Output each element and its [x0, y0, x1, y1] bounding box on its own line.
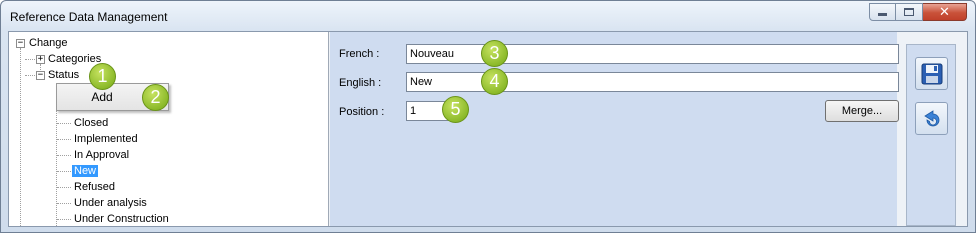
close-button[interactable]: ✕ — [923, 3, 967, 21]
tree-guide-line — [57, 155, 71, 156]
tree-node-label: Change — [29, 37, 68, 49]
tree-guide-line — [57, 203, 71, 204]
tree-item-implemented[interactable]: Implemented — [74, 132, 138, 147]
callout-badge-1: 1 — [89, 63, 116, 90]
detail-form-panel: French : English : Position : Merge... 3… — [330, 32, 899, 226]
tree-node-status[interactable]: Status — [48, 68, 79, 83]
callout-badge-4: 4 — [481, 68, 508, 95]
window-title: Reference Data Management — [10, 10, 168, 24]
close-icon: ✕ — [939, 4, 950, 20]
tree-item-label: Refused — [74, 181, 115, 193]
tree-item-new-selected[interactable]: New — [72, 164, 99, 179]
tree-item-in-approval[interactable]: In Approval — [74, 148, 129, 163]
tree-item-label: Implemented — [74, 133, 138, 145]
position-label: Position : — [339, 106, 385, 118]
tree-item-label: Under Construction — [74, 213, 169, 225]
expand-categories-icon[interactable]: + — [36, 55, 45, 64]
callout-badge-5: 5 — [442, 96, 469, 123]
tree-item-label: In Approval — [74, 149, 130, 161]
collapse-status-icon[interactable]: − — [36, 71, 45, 80]
tree-guide-line — [57, 219, 71, 220]
tree-node-label: Status — [48, 69, 80, 81]
minimize-icon — [878, 13, 887, 16]
collapse-root-icon[interactable]: − — [16, 39, 25, 48]
tree-item-under-analysis[interactable]: Under analysis — [74, 196, 147, 211]
tree-item-label: New — [72, 165, 99, 177]
floppy-disk-save-icon — [921, 63, 942, 84]
merge-button[interactable]: Merge... — [825, 100, 899, 122]
tree-item-closed[interactable]: Closed — [74, 116, 108, 131]
callout-badge-2: 2 — [142, 84, 169, 111]
callout-badge-3: 3 — [481, 40, 508, 67]
undo-button[interactable] — [915, 102, 948, 135]
tree-node-label: Categories — [48, 53, 102, 65]
save-button[interactable] — [915, 57, 948, 90]
french-field[interactable] — [406, 44, 899, 64]
title-bar[interactable]: Reference Data Management ✕ — [1, 1, 975, 31]
maximize-icon — [904, 8, 914, 16]
action-toolbar — [906, 44, 956, 226]
english-label: English : — [339, 77, 382, 89]
tree-guide-line — [57, 171, 71, 172]
tree-guide-line — [20, 48, 21, 226]
tree-guide-line — [57, 139, 71, 140]
tree-node-categories[interactable]: Categories — [48, 52, 101, 67]
tree-item-label: Under analysis — [74, 197, 147, 209]
tree-node-change[interactable]: Change — [29, 36, 68, 51]
tree-item-label: Closed — [74, 117, 109, 129]
tree-guide-line — [57, 123, 71, 124]
tree-item-under-construction[interactable]: Under Construction — [74, 212, 169, 226]
undo-arrow-icon — [923, 109, 939, 126]
tree-item-refused[interactable]: Refused — [74, 180, 115, 195]
reference-tree[interactable]: − Change + Categories − Status Closed Im… — [9, 32, 329, 226]
window-controls: ✕ — [869, 3, 967, 21]
add-menu-item[interactable]: Add — [57, 90, 147, 104]
tree-guide-line — [57, 187, 71, 188]
french-label: French : — [339, 48, 380, 60]
client-area: − Change + Categories − Status Closed Im… — [8, 31, 968, 227]
english-field[interactable] — [406, 72, 899, 92]
reference-data-window: Reference Data Management ✕ − Change + C… — [0, 0, 976, 233]
minimize-button[interactable] — [869, 3, 896, 21]
maximize-button[interactable] — [896, 3, 923, 21]
